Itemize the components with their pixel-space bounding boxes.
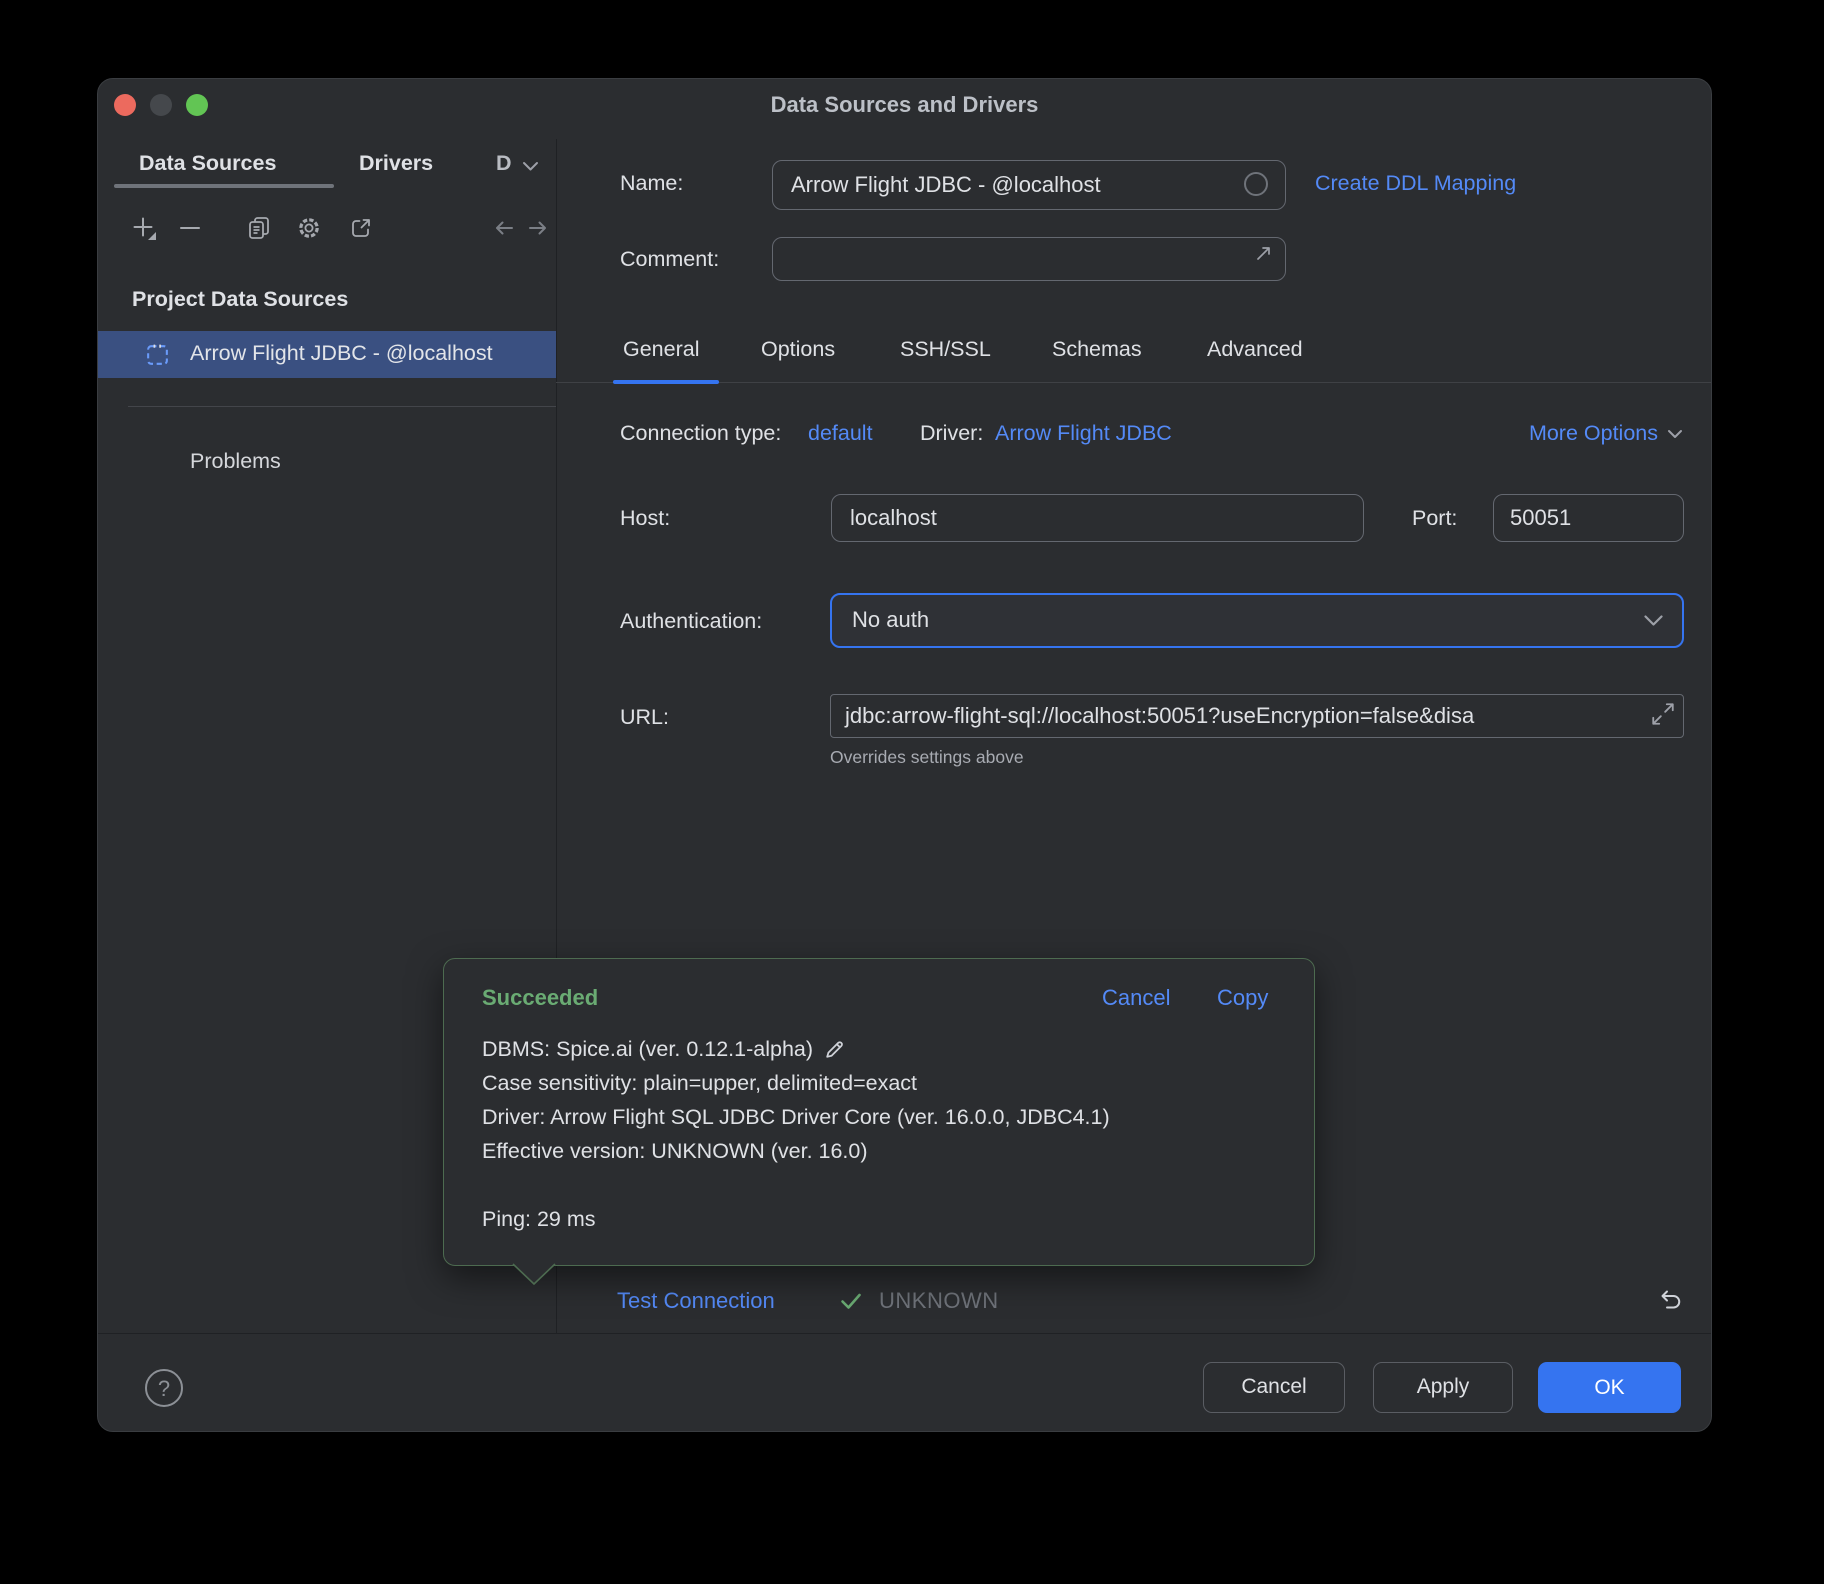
popup-ping-line: Ping: 29 ms (482, 1207, 596, 1232)
copy-icon (246, 215, 272, 241)
data-sources-dialog: Data Sources and Drivers Data Sources Dr… (97, 78, 1712, 1432)
revert-button[interactable] (1654, 1287, 1682, 1315)
port-label: Port: (1412, 506, 1457, 531)
popup-driver-line: Driver: Arrow Flight SQL JDBC Driver Cor… (482, 1105, 1110, 1130)
more-options-link[interactable]: More Options (1529, 421, 1683, 446)
plus-icon (131, 215, 157, 241)
chevron-down-icon (1643, 614, 1664, 627)
tab-options[interactable]: Options (761, 337, 835, 362)
sidebar-tab-data-sources[interactable]: Data Sources (139, 151, 276, 176)
connection-type-value[interactable]: default (808, 421, 873, 446)
port-input[interactable]: 50051 (1493, 494, 1684, 542)
expand-icon[interactable] (1254, 243, 1274, 263)
sidebar-separator (128, 406, 556, 407)
url-input[interactable]: jdbc:arrow-flight-sql://localhost:50051?… (830, 694, 1684, 738)
expand-icon[interactable] (1650, 701, 1676, 727)
ok-button[interactable]: OK (1538, 1362, 1681, 1413)
create-ddl-mapping-link[interactable]: Create DDL Mapping (1315, 171, 1516, 196)
cancel-button[interactable]: Cancel (1203, 1362, 1345, 1413)
popup-callout-arrow (512, 1263, 556, 1287)
popup-version-line: Effective version: UNKNOWN (ver. 16.0) (482, 1139, 868, 1164)
forward-button[interactable] (525, 215, 551, 241)
driver-value[interactable]: Arrow Flight JDBC (995, 421, 1172, 446)
minus-icon (177, 215, 203, 241)
connection-type-label: Connection type: (620, 421, 781, 446)
comment-label: Comment: (620, 247, 719, 272)
popup-cancel-link[interactable]: Cancel (1102, 985, 1170, 1011)
url-label: URL: (620, 705, 669, 730)
name-input[interactable]: Arrow Flight JDBC - @localhost (772, 160, 1286, 210)
gear-icon (296, 215, 322, 241)
apply-button[interactable]: Apply (1373, 1362, 1513, 1413)
host-input[interactable]: localhost (831, 494, 1364, 542)
tab-ssh-ssl[interactable]: SSH/SSL (900, 337, 991, 362)
name-label: Name: (620, 171, 683, 196)
test-connection-popup: Succeeded Cancel Copy DBMS: Spice.ai (ve… (443, 958, 1315, 1266)
authentication-value: No auth (852, 595, 929, 645)
popup-case-line: Case sensitivity: plain=upper, delimited… (482, 1071, 917, 1096)
chevron-down-icon[interactable] (522, 161, 539, 172)
add-button[interactable] (131, 215, 157, 241)
popup-dbms-line: DBMS: Spice.ai (ver. 0.12.1-alpha) (482, 1037, 846, 1062)
sidebar-tab-drivers[interactable]: Drivers (359, 151, 433, 176)
arrow-right-icon (525, 215, 551, 241)
check-icon (838, 1288, 864, 1314)
active-tab-underline (613, 380, 719, 384)
window-title: Data Sources and Drivers (98, 92, 1711, 118)
url-hint: Overrides settings above (830, 747, 1024, 768)
data-source-label: Arrow Flight JDBC - @localhost (190, 341, 493, 366)
comment-input[interactable] (772, 237, 1286, 281)
arrow-left-icon (491, 215, 517, 241)
driver-label: Driver: (920, 421, 983, 446)
edit-icon[interactable] (823, 1038, 846, 1061)
active-sidebar-tab-underline (114, 184, 334, 188)
export-icon (348, 215, 374, 241)
remove-button[interactable] (177, 215, 203, 241)
test-status: UNKNOWN (879, 1288, 999, 1314)
project-data-sources-header: Project Data Sources (132, 287, 348, 312)
sidebar-item-problems[interactable]: Problems (190, 449, 281, 474)
authentication-select[interactable]: No auth (830, 593, 1684, 648)
data-source-list-item[interactable]: Arrow Flight JDBC - @localhost (98, 331, 556, 378)
tab-advanced[interactable]: Advanced (1207, 337, 1303, 362)
authentication-label: Authentication: (620, 609, 762, 634)
sidebar-tab-ddl-mappings[interactable]: D (496, 151, 512, 176)
popup-copy-link[interactable]: Copy (1217, 985, 1268, 1011)
name-progress-circle (1244, 172, 1268, 196)
export-button[interactable] (348, 215, 374, 241)
footer-separator (98, 1333, 1711, 1334)
datasource-icon (144, 341, 171, 368)
back-button[interactable] (491, 215, 517, 241)
popup-status: Succeeded (482, 985, 598, 1011)
help-button[interactable]: ? (145, 1369, 183, 1407)
tabs-separator (556, 382, 1711, 383)
duplicate-button[interactable] (246, 215, 272, 241)
more-options-label: More Options (1529, 421, 1658, 446)
tab-schemas[interactable]: Schemas (1052, 337, 1142, 362)
chevron-down-icon (1667, 429, 1683, 439)
tab-general[interactable]: General (623, 337, 700, 362)
undo-icon (1654, 1287, 1682, 1315)
settings-button[interactable] (296, 215, 322, 241)
test-connection-link[interactable]: Test Connection (617, 1288, 775, 1314)
host-label: Host: (620, 506, 670, 531)
